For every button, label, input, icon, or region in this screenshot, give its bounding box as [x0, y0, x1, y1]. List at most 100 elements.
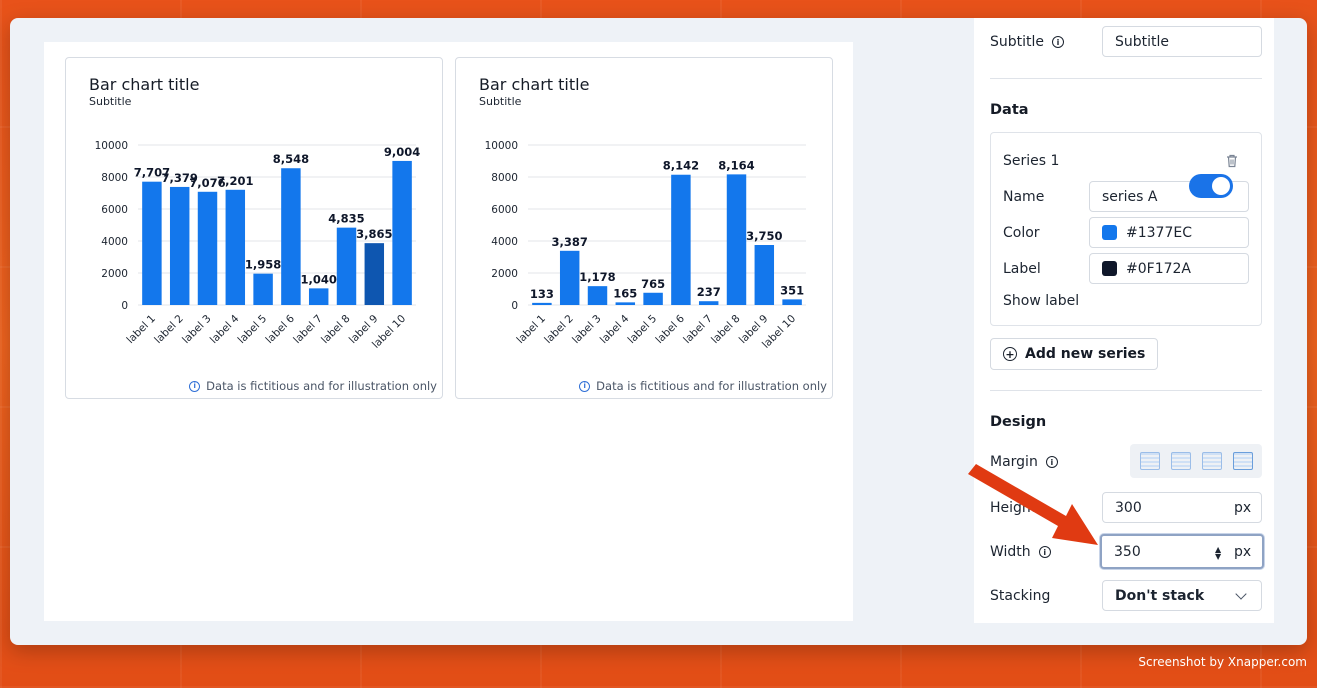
- bar: [587, 286, 608, 305]
- x-tick-label: label 2: [152, 313, 186, 347]
- data-label: 1,958: [245, 258, 281, 272]
- info-icon[interactable]: i: [1038, 546, 1051, 558]
- bar: [559, 250, 580, 305]
- data-label: 765: [641, 277, 665, 291]
- x-tick-label: label 8: [319, 313, 353, 347]
- margin-none-option[interactable]: [1139, 452, 1160, 470]
- label-color-swatch[interactable]: [1102, 261, 1117, 276]
- data-label: 351: [780, 283, 804, 297]
- y-tick-label: 4000: [491, 236, 518, 248]
- y-tick-label: 6000: [491, 204, 518, 216]
- y-tick-label: 10000: [485, 140, 518, 152]
- bar: [726, 174, 747, 305]
- data-label: 3,750: [746, 229, 782, 243]
- info-icon[interactable]: i: [1045, 456, 1058, 468]
- chart-note-text: Data is fictitious and for illustration …: [596, 379, 827, 393]
- label-color-input[interactable]: #0F172A: [1089, 253, 1249, 284]
- data-label: 1,178: [579, 270, 615, 284]
- x-tick-label: label 1: [514, 313, 548, 347]
- chart-note: i Data is fictitious and for illustratio…: [189, 379, 437, 393]
- bar: [782, 299, 802, 305]
- data-label: 3,865: [356, 227, 392, 241]
- chart-card-1[interactable]: 0 2000 4000 6000 8000 10000 7,707 label 1 7,379 l…: [65, 57, 443, 399]
- bar: [253, 273, 273, 305]
- show-label-toggle[interactable]: [1189, 174, 1233, 198]
- add-series-label: Add new series: [1025, 346, 1146, 362]
- data-label: 1,040: [301, 272, 337, 286]
- add-series-button[interactable]: + Add new series: [990, 338, 1159, 370]
- stacking-value: Don't stack: [1115, 587, 1205, 604]
- bar: [643, 292, 663, 305]
- bar: [364, 243, 385, 305]
- watermark: Screenshot by Xnapper.com: [1138, 655, 1307, 669]
- data-label: 9,004: [384, 145, 420, 159]
- x-tick-label: label 3: [180, 313, 214, 347]
- x-tick-label: label 7: [291, 313, 325, 347]
- y-tick-label: 0: [511, 300, 518, 312]
- chart-note: i Data is fictitious and for illustratio…: [579, 379, 827, 393]
- chart-card-2[interactable]: 0 2000 4000 6000 8000 10000 133 label 1 3,387 lab…: [455, 57, 833, 399]
- trash-icon[interactable]: [1226, 154, 1238, 168]
- chart-canvas: 0 2000 4000 6000 8000 10000 7,707 label 1 7,379 l…: [44, 42, 853, 621]
- height-label: Height: [990, 500, 1037, 516]
- name-label: Name: [1003, 189, 1045, 205]
- label-color-label: Label: [1003, 261, 1041, 277]
- bar: [197, 191, 218, 305]
- plus-circle-icon: +: [1003, 347, 1017, 361]
- y-tick-label: 8000: [101, 172, 128, 184]
- bar: [532, 302, 552, 305]
- app-window: 0 2000 4000 6000 8000 10000 7,707 label 1 7,379 l…: [10, 18, 1307, 645]
- series-name-value: series A: [1102, 188, 1158, 205]
- bar: [169, 186, 190, 305]
- margin-small-option[interactable]: [1170, 452, 1191, 470]
- chart-title: Bar chart title: [89, 75, 200, 94]
- bar-chart-1: 02000400060008000100007,707label 17,379l…: [95, 140, 421, 351]
- stacking-label: Stacking: [990, 588, 1051, 604]
- data-label: 237: [697, 285, 721, 299]
- margin-label: Margin i: [990, 454, 1058, 470]
- data-label: 8,164: [718, 158, 754, 172]
- bar: [671, 174, 691, 305]
- width-label-text: Width: [990, 544, 1031, 560]
- bar: [392, 160, 412, 305]
- margin-options: [1130, 444, 1262, 478]
- subtitle-label: Subtitle i: [990, 34, 1065, 50]
- x-tick-label: label 6: [653, 312, 687, 346]
- margin-label-text: Margin: [990, 454, 1038, 470]
- data-label: 7,201: [217, 174, 253, 188]
- stepper-icon[interactable]: ▲ ▼: [1215, 546, 1221, 561]
- color-swatch[interactable]: [1102, 225, 1117, 240]
- settings-panel: Subtitle i Subtitle Data Series 1 Name se…: [974, 18, 1274, 623]
- bar: [225, 189, 246, 305]
- bar: [281, 168, 301, 305]
- x-tick-label: label 7: [681, 313, 715, 347]
- bar: [754, 245, 775, 305]
- divider: [990, 390, 1262, 391]
- bar: [142, 181, 162, 305]
- label-color-value: #0F172A: [1126, 260, 1191, 277]
- y-tick-label: 8000: [491, 172, 518, 184]
- data-label: 8,548: [273, 152, 309, 166]
- show-label-label: Show label: [1003, 293, 1080, 309]
- series-title: Series 1: [1003, 153, 1060, 169]
- x-tick-label: label 6: [263, 312, 297, 346]
- x-tick-label: label 8: [709, 313, 743, 347]
- subtitle-input[interactable]: Subtitle: [1102, 26, 1262, 57]
- subtitle-input-value: Subtitle: [1115, 33, 1170, 50]
- width-label: Width i: [990, 544, 1051, 560]
- x-tick-label: label 5: [236, 313, 270, 347]
- series-color-value: #1377EC: [1126, 224, 1192, 241]
- height-unit: px: [1234, 500, 1252, 516]
- x-tick-label: label 1: [124, 313, 158, 347]
- margin-large-option[interactable]: [1232, 452, 1253, 470]
- margin-medium-option[interactable]: [1201, 452, 1222, 470]
- series-color-input[interactable]: #1377EC: [1089, 217, 1249, 248]
- width-unit: px: [1234, 544, 1252, 560]
- height-value: 300: [1115, 499, 1142, 516]
- data-label: 8,142: [663, 159, 699, 173]
- data-section-title: Data: [990, 102, 1029, 118]
- x-tick-label: label 4: [208, 312, 242, 346]
- info-icon[interactable]: i: [1052, 36, 1065, 48]
- chart-title: Bar chart title: [479, 75, 590, 94]
- data-label: 133: [530, 287, 554, 301]
